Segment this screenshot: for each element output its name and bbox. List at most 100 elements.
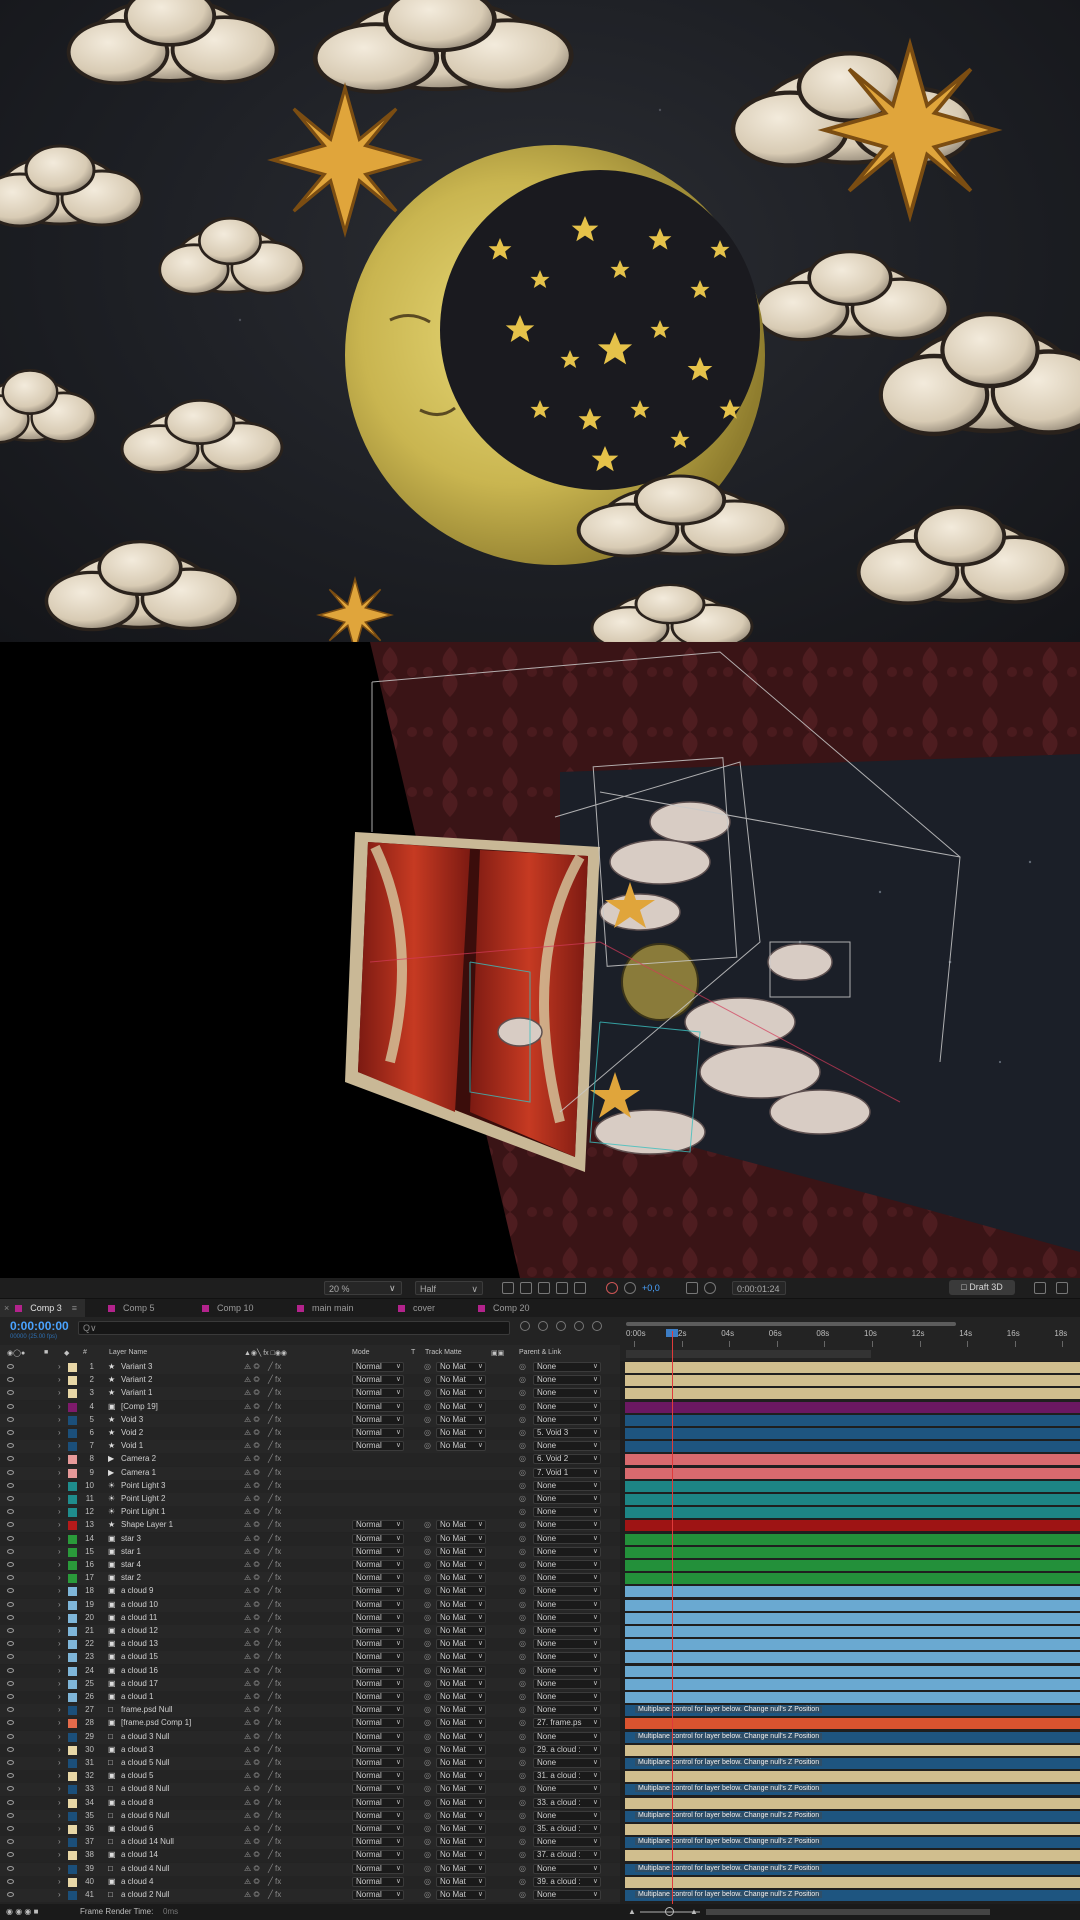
parent-pickwhip-icon[interactable]: ◎ <box>519 1573 526 1582</box>
layer-row[interactable]: › 27 □ frame.psd Null ⨹ ◎ ╱ fx Normal ◎ No Mat ◎ N… <box>0 1704 620 1718</box>
preserve-transparency-icon[interactable]: ◎ <box>424 1652 431 1661</box>
blend-mode-select[interactable]: Normal <box>352 1784 404 1795</box>
track-matte-select[interactable]: No Mat <box>436 1771 486 1782</box>
parent-select[interactable]: None <box>533 1375 601 1386</box>
layer-row[interactable]: › 6 ★ Void 2 ⨹ ◎ ╱ fx Normal ◎ No Mat ◎ 5. Void 3 <box>0 1427 620 1440</box>
track-matte-select[interactable]: No Mat <box>436 1797 486 1808</box>
eye-visibility-icon[interactable] <box>7 1562 14 1567</box>
layer-row[interactable]: › 2 ★ Variant 2 ⨹ ◎ ╱ fx Normal ◎ No Mat ◎ None <box>0 1374 620 1388</box>
layer-row[interactable]: › 12 ☀ Point Light 1 ⨹ ◎ ╱ fx ◎ None <box>0 1506 620 1520</box>
parent-pickwhip-icon[interactable]: ◎ <box>519 1534 526 1543</box>
track-matte-select[interactable]: No Mat <box>436 1837 486 1848</box>
layer-row[interactable]: › 35 □ a cloud 6 Null ⨹ ◎ ╱ fx Normal ◎ No Mat ◎ N… <box>0 1809 620 1823</box>
layer-duration-bar[interactable] <box>625 1612 1080 1624</box>
grid-guides-icon[interactable] <box>574 1282 586 1294</box>
label-color-swatch[interactable] <box>68 1666 77 1676</box>
layer-row[interactable]: › 40 ▣ a cloud 4 ⨹ ◎ ╱ fx Normal ◎ No Mat ◎ 39. a … <box>0 1875 620 1889</box>
label-icon[interactable]: ◆ <box>64 1349 69 1357</box>
track-matte-select[interactable]: No Mat <box>436 1586 486 1597</box>
shy-switch-icon[interactable]: ⨹ ◎ <box>244 1890 260 1900</box>
blend-mode-select[interactable]: Normal <box>352 1533 404 1544</box>
track-matte-select[interactable]: No Mat <box>436 1718 486 1729</box>
chevron-right-icon[interactable]: › <box>58 1375 61 1384</box>
layer-name[interactable]: Point Light 1 <box>121 1507 165 1516</box>
layer-row[interactable]: › 39 □ a cloud 4 Null ⨹ ◎ ╱ fx Normal ◎ No Mat ◎ N… <box>0 1862 620 1876</box>
track-matte-select[interactable]: No Mat <box>436 1573 486 1584</box>
eye-visibility-icon[interactable] <box>7 1601 14 1607</box>
fx-switch-icon[interactable]: ╱ fx <box>268 1798 281 1807</box>
layer-duration-bar[interactable]: Multiplane control for layer below. Chan… <box>625 1863 1080 1875</box>
label-color-swatch[interactable] <box>68 1811 77 1821</box>
layer-duration-bar[interactable] <box>625 1665 1080 1677</box>
layer-name[interactable]: a cloud 14 <box>121 1850 158 1859</box>
layer-name[interactable]: Variant 1 <box>121 1388 152 1397</box>
time-ruler[interactable]: 0:00s 02s 04s 06s 08s 10s 12s 14s 16s 18s <box>620 1317 1080 1361</box>
layer-row[interactable]: › 3 ★ Variant 1 ⨹ ◎ ╱ fx Normal ◎ No Mat ◎ None <box>0 1387 620 1401</box>
layer-name[interactable]: a cloud 4 <box>121 1877 153 1886</box>
shy-switch-icon[interactable]: ⨹ ◎ <box>244 1771 260 1781</box>
preserve-transparency-icon[interactable]: ◎ <box>424 1864 431 1873</box>
chevron-right-icon[interactable]: › <box>58 1428 61 1437</box>
blend-mode-select[interactable]: Normal <box>352 1573 404 1584</box>
blend-mode-select[interactable]: Normal <box>352 1586 404 1597</box>
eye-visibility-icon[interactable] <box>7 1852 14 1858</box>
zoom-out-icon[interactable]: ▲ <box>628 1907 636 1916</box>
layer-duration-bar[interactable] <box>625 1718 1080 1730</box>
layer-name[interactable]: star 1 <box>121 1547 141 1556</box>
layer-duration-bar[interactable] <box>625 1520 1080 1532</box>
shy-switch-icon[interactable]: ⨹ ◎ <box>244 1415 260 1425</box>
parent-select[interactable]: None <box>533 1758 601 1768</box>
chevron-right-icon[interactable]: › <box>58 1890 61 1899</box>
matte-icons[interactable]: ▣▣ <box>491 1349 504 1357</box>
label-color-swatch[interactable] <box>68 1521 77 1531</box>
shy-switch-icon[interactable]: ⨹ ◎ <box>244 1428 260 1438</box>
eye-visibility-icon[interactable] <box>7 1548 14 1554</box>
track-matte-select[interactable]: No Mat <box>436 1626 486 1636</box>
layer-row[interactable]: › 13 ★ Shape Layer 1 ⨹ ◎ ╱ fx Normal ◎ No Mat ◎ No… <box>0 1519 620 1533</box>
eye-visibility-icon[interactable] <box>7 1892 14 1897</box>
parent-pickwhip-icon[interactable]: ◎ <box>519 1362 526 1371</box>
layer-name[interactable]: a cloud 5 <box>121 1771 153 1780</box>
eye-visibility-icon[interactable] <box>7 1535 14 1541</box>
parent-pickwhip-icon[interactable]: ◎ <box>519 1692 526 1701</box>
chevron-right-icon[interactable]: › <box>58 1798 61 1807</box>
fx-switch-icon[interactable]: ╱ fx <box>268 1586 281 1595</box>
parent-select[interactable]: None <box>533 1810 601 1821</box>
eye-visibility-icon[interactable] <box>7 1878 14 1884</box>
fx-switch-icon[interactable]: ╱ fx <box>268 1771 281 1780</box>
shy-switch-icon[interactable]: ⨹ ◎ <box>244 1362 260 1372</box>
shy-switch-icon[interactable]: ⨹ ◎ <box>244 1784 260 1794</box>
shy-switch-icon[interactable]: ⨹ ◎ <box>244 1494 260 1504</box>
parent-pickwhip-icon[interactable]: ◎ <box>519 1441 526 1450</box>
fx-switch-icon[interactable]: ╱ fx <box>268 1732 281 1741</box>
close-icon[interactable]: × <box>4 1303 9 1313</box>
parent-pickwhip-icon[interactable]: ◎ <box>519 1481 526 1490</box>
fx-switch-icon[interactable]: ╱ fx <box>268 1679 281 1688</box>
layer-name[interactable]: a cloud 11 <box>121 1613 157 1622</box>
layer-row[interactable]: › 29 □ a cloud 3 Null ⨹ ◎ ╱ fx Normal ◎ No Mat ◎ N… <box>0 1730 620 1744</box>
track-matte-select[interactable]: No Mat <box>436 1890 486 1900</box>
fx-switch-icon[interactable]: ╱ fx <box>268 1481 281 1490</box>
parent-pickwhip-icon[interactable]: ◎ <box>519 1560 526 1569</box>
eye-visibility-icon[interactable] <box>7 1654 14 1660</box>
preserve-transparency-icon[interactable]: ◎ <box>424 1784 431 1793</box>
parent-select[interactable]: None <box>533 1441 601 1452</box>
preserve-transparency-icon[interactable]: ◎ <box>424 1692 431 1701</box>
layer-name[interactable]: a cloud 8 <box>121 1798 153 1807</box>
layer-duration-bar[interactable] <box>625 1652 1080 1664</box>
layer-row[interactable]: › 7 ★ Void 1 ⨹ ◎ ╱ fx Normal ◎ No Mat ◎ None <box>0 1440 620 1454</box>
parent-select[interactable]: 39. a cloud : <box>533 1876 601 1887</box>
fx-switch-icon[interactable]: ╱ fx <box>268 1758 281 1767</box>
label-color-swatch[interactable] <box>68 1508 77 1518</box>
track-matte-select[interactable]: No Mat <box>436 1533 486 1544</box>
preserve-transparency-icon[interactable]: ◎ <box>424 1758 431 1767</box>
track-matte-select[interactable]: No Mat <box>436 1441 486 1452</box>
layer-row[interactable]: › 23 ▣ a cloud 15 ⨹ ◎ ╱ fx Normal ◎ No Mat ◎ None <box>0 1651 620 1665</box>
parent-select[interactable]: None <box>533 1705 601 1716</box>
layer-name[interactable]: a cloud 13 <box>121 1639 158 1648</box>
layer-duration-bar[interactable] <box>625 1388 1080 1400</box>
track-matte-select[interactable]: No Mat <box>436 1401 486 1412</box>
parent-pickwhip-icon[interactable]: ◎ <box>519 1468 526 1477</box>
eye-visibility-icon[interactable] <box>7 1641 14 1647</box>
layer-name[interactable]: Variant 2 <box>121 1375 152 1384</box>
